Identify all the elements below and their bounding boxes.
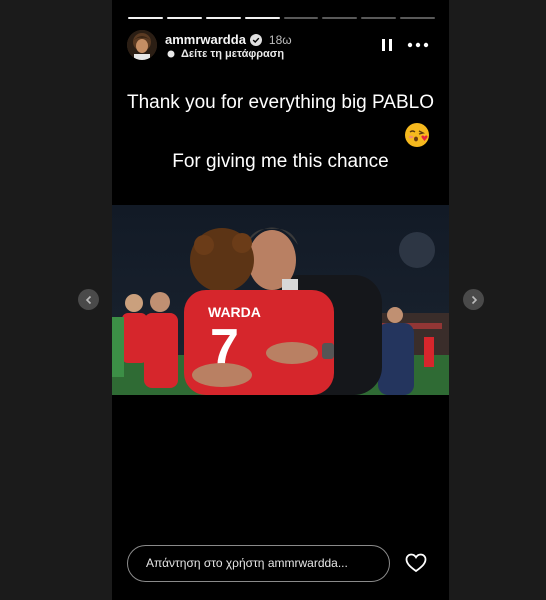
previous-story-button[interactable] xyxy=(78,289,99,310)
kissing-face-icon xyxy=(405,123,429,147)
caption-line-2: For giving me this chance xyxy=(172,151,389,172)
story-viewer[interactable]: ammrwardda 18ω Δείτε τη μετάφραση Thank … xyxy=(112,0,449,600)
story-header: ammrwardda 18ω Δείτε τη μετάφραση xyxy=(127,30,434,62)
chevron-left-icon xyxy=(85,295,91,304)
pause-icon[interactable] xyxy=(380,38,394,52)
progress-segment xyxy=(244,17,280,19)
see-translation-link[interactable]: Δείτε τη μετάφραση xyxy=(167,48,284,60)
progress-segment xyxy=(322,17,358,19)
progress-segment xyxy=(361,17,397,19)
verified-badge-icon xyxy=(249,33,262,46)
more-options-icon[interactable] xyxy=(406,38,430,52)
chevron-right-icon xyxy=(471,295,477,304)
translate-dot-icon xyxy=(167,50,175,58)
username[interactable]: ammrwardda xyxy=(165,32,246,47)
story-progress-bar xyxy=(128,17,435,19)
story-user: ammrwardda 18ω xyxy=(165,32,292,47)
embrace-photo: WARDA 7 xyxy=(112,205,449,395)
progress-segment xyxy=(205,17,241,19)
story-photo: WARDA 7 xyxy=(112,205,449,395)
post-time: 18ω xyxy=(268,32,292,47)
progress-segment xyxy=(283,17,319,19)
next-story-button[interactable] xyxy=(463,289,484,310)
progress-segment xyxy=(128,17,163,19)
translate-label: Δείτε τη μετάφραση xyxy=(181,48,285,60)
avatar-image xyxy=(127,30,157,60)
reply-input[interactable]: Απάντηση στο χρήστη ammrwardda... xyxy=(127,545,390,582)
avatar[interactable] xyxy=(127,30,157,60)
progress-segment xyxy=(166,17,202,19)
jersey-name: WARDA xyxy=(208,304,261,320)
caption-line-1: Thank you for everything big PABLO xyxy=(127,92,434,113)
progress-segment xyxy=(400,17,435,19)
like-heart-icon[interactable] xyxy=(405,553,427,573)
